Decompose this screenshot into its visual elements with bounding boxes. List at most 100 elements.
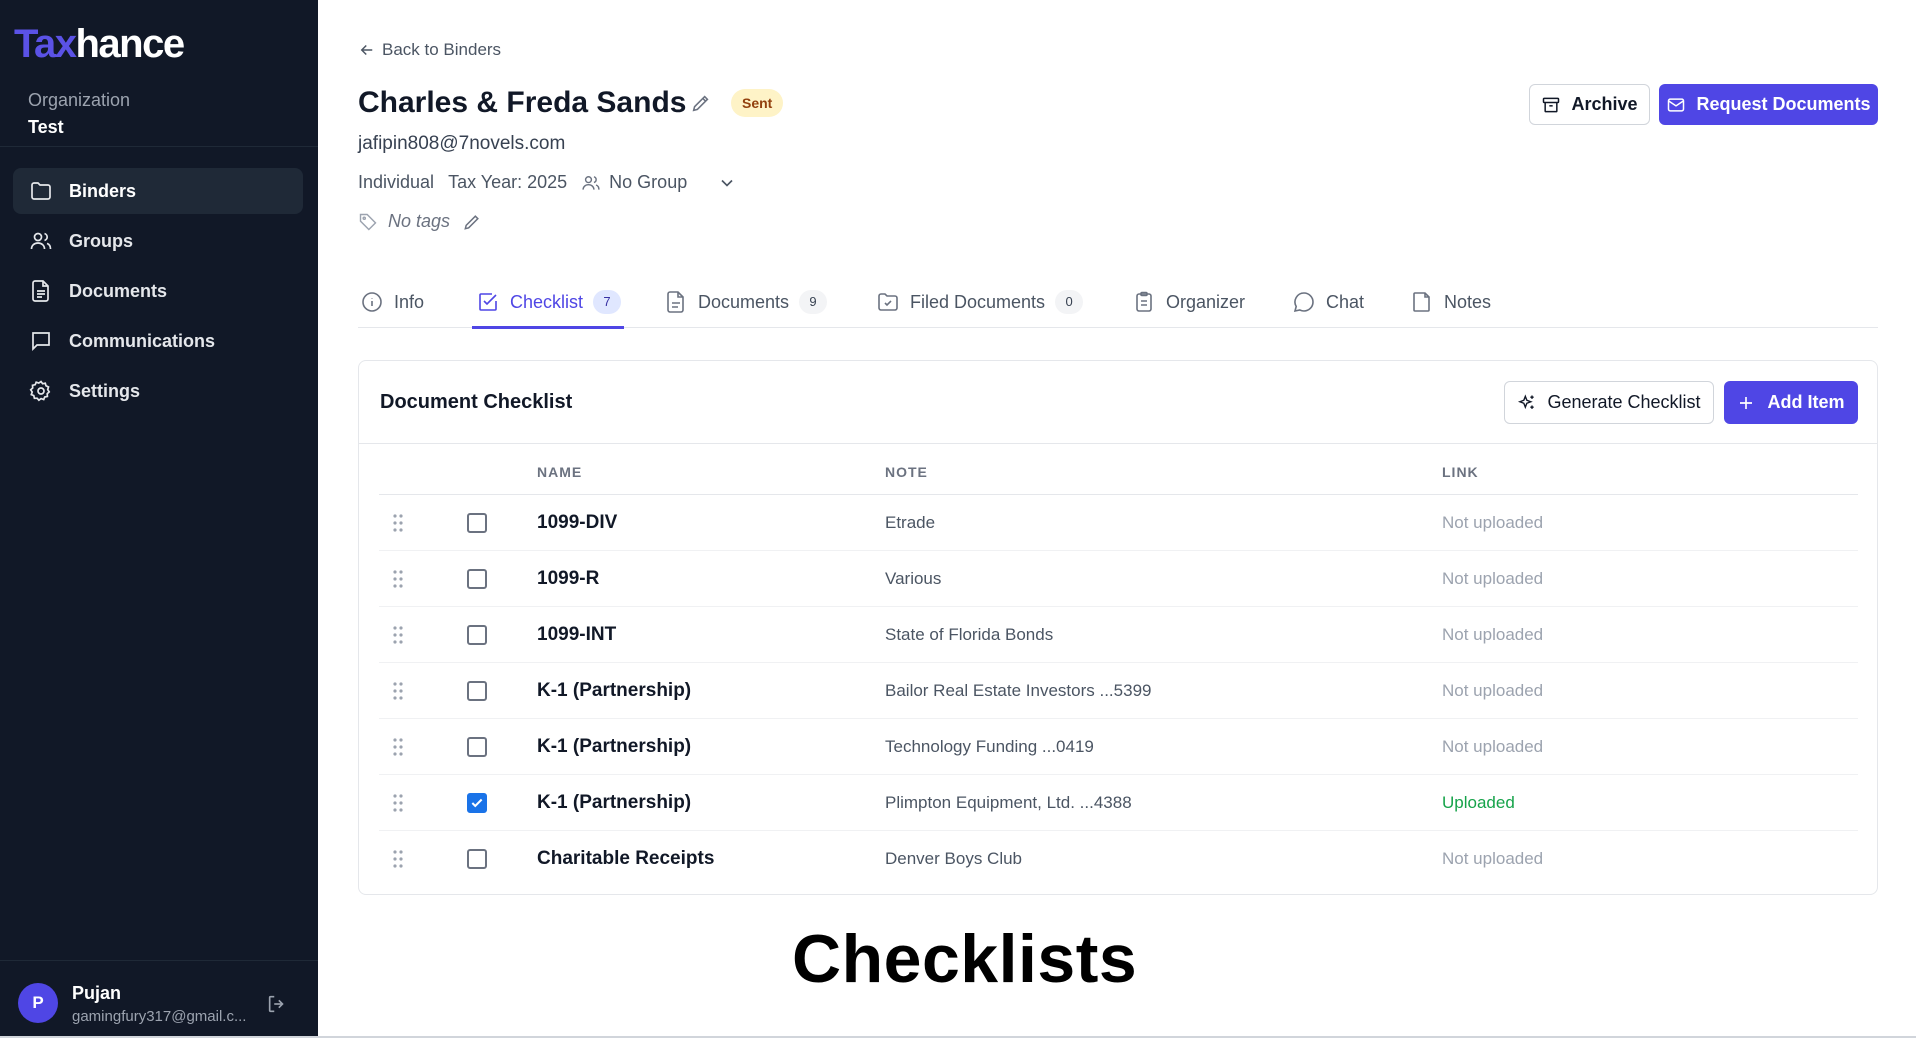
sidebar-item-binders[interactable]: Binders	[13, 168, 303, 214]
drag-handle-icon[interactable]	[391, 737, 405, 757]
logout-icon[interactable]	[266, 993, 288, 1015]
sidebar-item-communications[interactable]: Communications	[13, 318, 303, 364]
row-name: K-1 (Partnership)	[537, 736, 692, 757]
organization-name: Test	[28, 117, 64, 137]
folder-check-icon	[878, 293, 898, 311]
table-row[interactable]: Charitable Receipts Denver Boys Club Not u…	[379, 831, 1858, 887]
row-checkbox[interactable]	[467, 793, 487, 813]
organization-label: Organization	[28, 90, 131, 110]
tab-checklist[interactable]: Checklist 7	[476, 276, 622, 328]
drag-handle-icon[interactable]	[391, 681, 405, 701]
drag-handle-icon[interactable]	[391, 849, 405, 869]
tax-year: Tax Year: 2025	[448, 172, 568, 192]
user-name: Pujan	[72, 983, 122, 1003]
gear-icon	[29, 380, 51, 402]
row-note: Denver Boys Club	[885, 849, 1023, 868]
back-link-label: Back to Binders	[382, 40, 502, 59]
table-row[interactable]: K-1 (Partnership) Technology Funding ...0…	[379, 719, 1858, 775]
card-header-divider	[359, 443, 1877, 444]
generate-checklist-label: Generate Checklist	[1547, 392, 1701, 412]
archive-button-label: Archive	[1571, 94, 1638, 114]
tab-label: Organizer	[1166, 291, 1246, 312]
tab-label: Filed Documents	[910, 291, 1046, 312]
column-header-link: LINK	[1442, 464, 1479, 480]
folder-icon	[31, 182, 51, 200]
table-row[interactable]: 1099-DIV Etrade Not uploaded	[379, 495, 1858, 551]
table-header: NAME NOTE LINK	[379, 461, 1858, 495]
back-to-binders-link[interactable]: Back to Binders	[358, 40, 501, 60]
row-note: Various	[885, 569, 942, 588]
sidebar-nav: Binders Groups Documents Communications …	[13, 168, 303, 418]
row-note: State of Florida Bonds	[885, 625, 1054, 644]
row-link-status: Not uploaded	[1442, 681, 1544, 700]
edit-title-pencil-icon[interactable]	[690, 92, 712, 114]
row-name: K-1 (Partnership)	[537, 680, 692, 701]
tab-label: Checklist	[510, 291, 584, 312]
row-checkbox[interactable]	[467, 849, 487, 869]
generate-checklist-button[interactable]: Generate Checklist	[1504, 381, 1714, 424]
sidebar-item-label: Groups	[69, 230, 134, 251]
column-header-note: NOTE	[885, 464, 928, 480]
table-row[interactable]: 1099-INT State of Florida Bonds Not upload…	[379, 607, 1858, 663]
tab-notes[interactable]: Notes	[1410, 276, 1491, 328]
plus-icon	[1740, 396, 1753, 409]
sidebar-item-label: Communications	[69, 330, 216, 351]
active-tab-indicator	[472, 326, 624, 329]
check-icon	[471, 798, 483, 808]
row-name: 1099-INT	[537, 624, 617, 645]
tab-label: Info	[394, 291, 425, 312]
row-note: Technology Funding ...0419	[885, 737, 1094, 756]
table-row[interactable]: K-1 (Partnership) Bailor Real Estate Inve…	[379, 663, 1858, 719]
sparkles-icon	[1518, 393, 1535, 409]
sidebar-item-label: Binders	[69, 180, 137, 201]
edit-tags-pencil-icon[interactable]	[462, 212, 482, 232]
taxhance-logo[interactable]: Taxhance	[14, 22, 185, 67]
avatar[interactable]: P	[18, 983, 58, 1023]
row-name: 1099-DIV	[537, 512, 618, 533]
row-checkbox[interactable]	[467, 513, 487, 533]
tab-documents[interactable]: Documents 9	[664, 276, 828, 328]
row-name: 1099-R	[537, 568, 600, 589]
table-row[interactable]: 1099-R Various Not uploaded	[379, 551, 1858, 607]
user-email: gamingfury317@gmail.c...	[72, 1008, 247, 1025]
group-selector[interactable]: No Group	[581, 172, 745, 193]
row-name: K-1 (Partnership)	[537, 792, 692, 813]
tags-row: No tags	[358, 211, 492, 232]
tab-filed-documents[interactable]: Filed Documents 0	[876, 276, 1084, 328]
tab-count-badge: 0	[1055, 290, 1084, 314]
tab-chat[interactable]: Chat	[1292, 276, 1364, 328]
tab-info[interactable]: Info	[360, 276, 424, 328]
row-checkbox[interactable]	[467, 737, 487, 757]
row-checkbox[interactable]	[467, 569, 487, 589]
sidebar-item-documents[interactable]: Documents	[13, 268, 303, 314]
row-checkbox[interactable]	[467, 625, 487, 645]
sidebar-item-groups[interactable]: Groups	[13, 218, 303, 264]
sidebar: Taxhance Organization Test Binders Group…	[0, 0, 318, 1038]
chevron-down-icon[interactable]	[717, 173, 737, 193]
request-documents-button[interactable]: Request Documents	[1659, 84, 1878, 125]
archive-button[interactable]: Archive	[1529, 84, 1650, 125]
clipboard-icon	[1136, 291, 1152, 312]
add-item-button[interactable]: Add Item	[1724, 381, 1858, 424]
document-icon	[667, 291, 684, 313]
document-icon	[32, 280, 49, 302]
tab-organizer[interactable]: Organizer	[1132, 276, 1245, 328]
organization-block: Organization Test	[28, 90, 130, 138]
drag-handle-icon[interactable]	[391, 793, 405, 813]
row-checkbox[interactable]	[467, 681, 487, 701]
tab-label: Documents	[698, 291, 790, 312]
status-badge: Sent	[731, 89, 784, 117]
drag-handle-icon[interactable]	[391, 513, 405, 533]
row-note: Plimpton Equipment, Ltd. ...4388	[885, 793, 1132, 812]
table-row[interactable]: K-1 (Partnership) Plimpton Equipment, Ltd…	[379, 775, 1858, 831]
drag-handle-icon[interactable]	[391, 569, 405, 589]
caption-text: Checklists	[792, 921, 1138, 997]
column-header-name: NAME	[537, 464, 583, 480]
row-link-status: Uploaded	[1442, 793, 1515, 812]
tab-count-badge: 7	[593, 290, 622, 314]
tags-label: No tags	[388, 211, 451, 231]
sidebar-item-settings[interactable]: Settings	[13, 368, 303, 414]
drag-handle-icon[interactable]	[391, 625, 405, 645]
checklist-title: Document Checklist	[380, 391, 573, 413]
document-checklist-card: Document Checklist Generate Checklist Ad…	[358, 360, 1878, 895]
